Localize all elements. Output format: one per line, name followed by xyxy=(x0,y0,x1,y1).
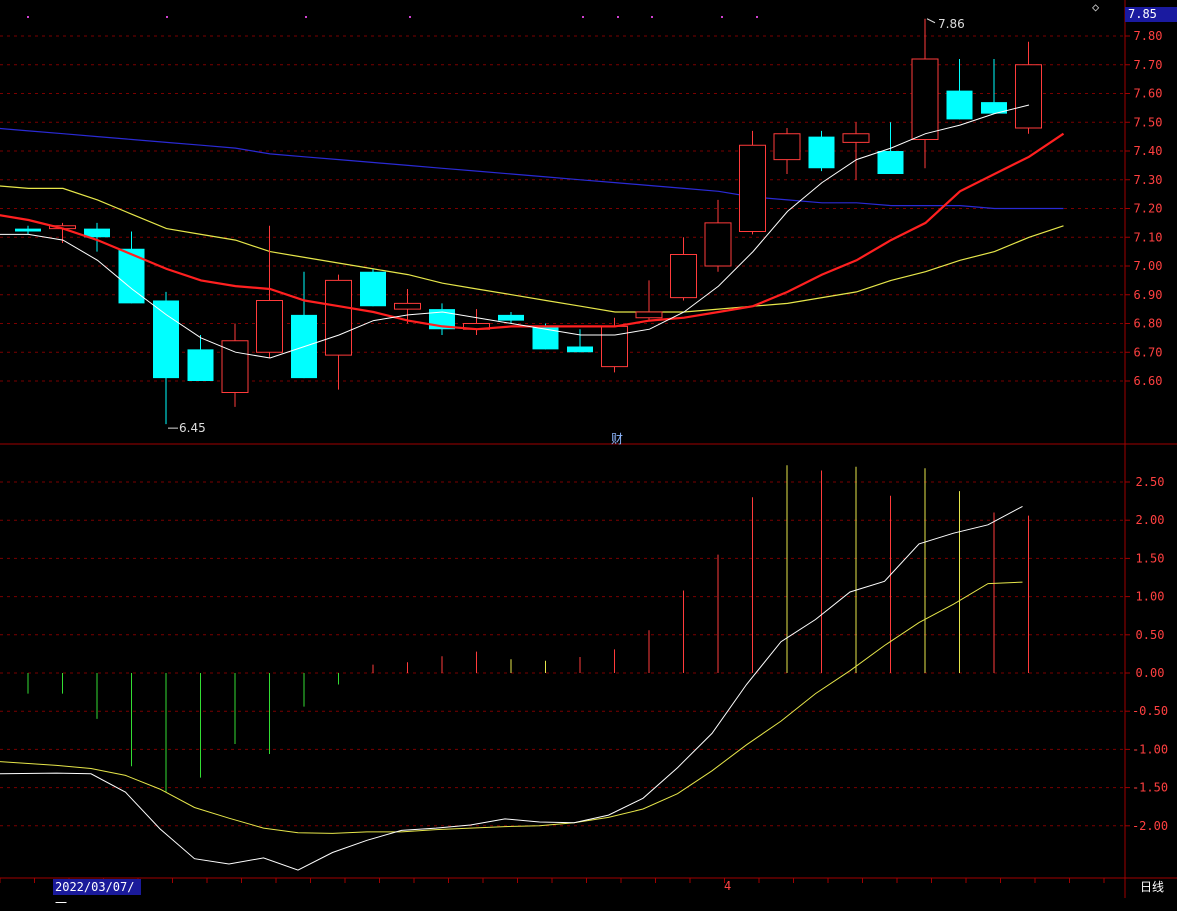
price-tick-label: 6.80 xyxy=(1134,317,1163,331)
candle-body-up xyxy=(325,279,352,356)
candle-body-down xyxy=(153,300,179,379)
event-dot xyxy=(651,16,653,18)
high-annotation-arrow xyxy=(926,18,936,24)
macd-tick-label: -2.00 xyxy=(1132,819,1168,833)
diamond-icon[interactable]: ◇ xyxy=(1092,0,1099,14)
candle-body-down xyxy=(532,326,559,350)
candle-body-down xyxy=(877,151,904,174)
event-dot xyxy=(305,16,307,18)
candle-body-up xyxy=(394,302,421,310)
price-tick-label: 7.80 xyxy=(1134,29,1163,43)
candle-body-up xyxy=(842,133,870,143)
candle-body-up xyxy=(704,222,732,267)
macd-dif-line xyxy=(0,505,1023,871)
price-tick-label: 7.10 xyxy=(1134,230,1163,244)
macd-tick-label: 2.00 xyxy=(1136,513,1165,527)
candle-body-down xyxy=(498,314,524,321)
macd-tick-label: -0.50 xyxy=(1132,704,1168,718)
price-tick-label: 6.70 xyxy=(1134,345,1163,359)
event-dot xyxy=(166,16,168,18)
candle-body-up xyxy=(635,311,663,319)
event-dot xyxy=(756,16,758,18)
ma-yellow-line xyxy=(0,185,1064,313)
price-tick-label: 7.60 xyxy=(1134,87,1163,101)
event-dot xyxy=(617,16,619,18)
price-tick-label: 7.70 xyxy=(1134,58,1163,72)
high-annotation: 7.86 xyxy=(938,17,965,31)
candle-body-down xyxy=(567,346,593,353)
date-readout: 2022/03/07/一 xyxy=(53,879,141,910)
macd-tick-label: -1.50 xyxy=(1132,781,1168,795)
candle-body-up xyxy=(739,144,766,232)
event-dot xyxy=(27,16,29,18)
event-dot xyxy=(721,16,723,18)
macd-tick-label: 1.50 xyxy=(1136,551,1165,565)
price-tick-label: 7.30 xyxy=(1134,173,1163,187)
low-annotation: 6.45 xyxy=(179,421,206,435)
event-dot xyxy=(409,16,411,18)
event-dot xyxy=(582,16,584,18)
candle-body-up xyxy=(1015,64,1042,129)
price-tick-label: 7.00 xyxy=(1134,259,1163,273)
price-tick-label: 6.60 xyxy=(1134,374,1163,388)
candle-body-up xyxy=(601,325,628,368)
macd-tick-label: 2.50 xyxy=(1136,475,1165,489)
price-tick-label: 7.50 xyxy=(1134,115,1163,129)
period-label[interactable]: 日线 xyxy=(1140,879,1164,895)
candle-body-down xyxy=(360,271,386,307)
candle-body-up xyxy=(670,254,697,299)
ma-blue-line xyxy=(0,127,1064,210)
macd-tick-label: -1.00 xyxy=(1132,742,1168,756)
candle-body-up xyxy=(911,58,939,140)
macd-tick-label: 0.50 xyxy=(1136,628,1165,642)
finance-event-marker[interactable]: 财 xyxy=(611,430,623,447)
candle-body-up xyxy=(256,300,283,353)
ma-red-line xyxy=(0,132,1065,331)
candle-body-down xyxy=(187,349,214,381)
current-price-badge: 7.85 xyxy=(1125,7,1177,22)
macd-dea-line xyxy=(0,581,1023,834)
candle-body-down xyxy=(808,136,835,169)
price-tick-label: 6.90 xyxy=(1134,288,1163,302)
candle-body-down xyxy=(15,228,41,232)
stock-chart: 7.80 7.70 7.60 7.50 7.40 7.30 7.20 7.10 7.00 6.90… xyxy=(0,0,1177,898)
month-marker: 4 xyxy=(724,879,732,893)
candle-body-up xyxy=(773,133,801,161)
price-tick-label: 7.40 xyxy=(1134,144,1163,158)
candle-body-down xyxy=(946,90,973,120)
macd-tick-label: 1.00 xyxy=(1136,590,1165,604)
price-tick-label: 7.20 xyxy=(1134,202,1163,216)
macd-tick-label: 0.00 xyxy=(1136,666,1165,680)
